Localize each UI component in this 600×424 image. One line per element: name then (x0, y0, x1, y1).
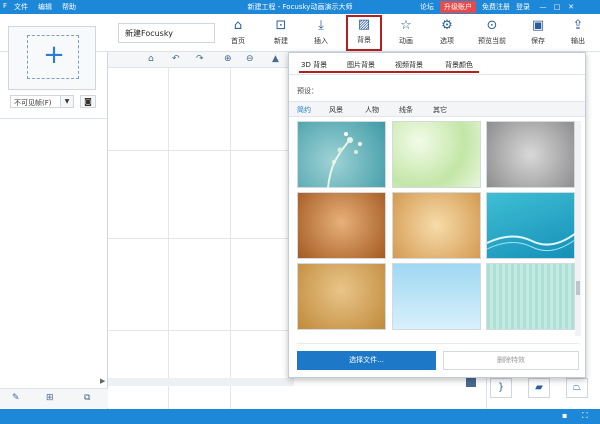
canvas-toolbar: ⌂ ↶ ↷ ⊕ ⊖ ▲ (108, 52, 294, 68)
home-icon: ⌂ (233, 18, 243, 33)
panel-divider (297, 343, 579, 344)
add-frame-dropzone: + (27, 35, 79, 79)
parallelogram-shape-icon[interactable]: ▰ (528, 378, 550, 398)
background-icon: ▨ (357, 17, 371, 32)
new-icon: ⊡ (275, 18, 287, 33)
login-link[interactable]: 登录 (516, 2, 530, 12)
save-icon: ▣ (531, 18, 545, 33)
wave-pattern-image (486, 232, 577, 252)
free-register-link[interactable]: 免费注册 (482, 2, 510, 12)
home-label: 首页 (231, 37, 245, 45)
resize-icon[interactable]: ⛶ (582, 411, 588, 421)
camera-icon[interactable]: ◙ (80, 95, 96, 108)
rotate-right-icon[interactable]: ↷ (196, 54, 204, 64)
plus-icon: + (43, 40, 65, 70)
chevron-down-icon[interactable]: ▼ (60, 95, 74, 108)
background-tabs: 3D 背景 图片背景 视频背景 背景颜色 (289, 53, 585, 75)
trapezoid-shape-icon[interactable]: ⏢ (566, 378, 588, 398)
delete-effect-button[interactable]: 删除特效 (443, 351, 579, 370)
export-label: 输出 (571, 37, 585, 45)
category-simple[interactable]: 简约 (297, 105, 311, 115)
tab-3d-background[interactable]: 3D 背景 (301, 60, 327, 70)
sidebar-bottom-bar: ✎ ⊞ ⧉ (0, 388, 108, 408)
background-button[interactable]: ▨ 背景 (346, 15, 382, 51)
background-panel: 3D 背景 图片背景 视频背景 背景颜色 预设： 简约 风景 人物 线条 其它 … (288, 52, 586, 378)
category-landscape[interactable]: 风景 (329, 105, 343, 115)
forum-link[interactable]: 论坛 (420, 2, 434, 12)
animation-button[interactable]: ☆ 动画 (388, 18, 424, 50)
insert-label: 插入 (314, 37, 328, 45)
preset-label: 预设： (297, 87, 318, 95)
preview-label: 预览当前 (478, 37, 506, 45)
minimize-button[interactable]: — (536, 3, 550, 11)
export-icon: ⇪ (572, 18, 584, 33)
tab-background-color[interactable]: 背景颜色 (445, 60, 473, 70)
category-tabs: 简约 风景 人物 线条 其它 (289, 101, 585, 117)
category-lines[interactable]: 线条 (399, 105, 413, 115)
insert-button[interactable]: ⤓ 插入 (303, 18, 339, 50)
background-thumbnail[interactable] (297, 263, 386, 330)
add-frame-button[interactable]: + (8, 26, 96, 90)
background-thumbnail[interactable] (392, 192, 481, 259)
new-label: 新建 (274, 37, 288, 45)
sidebar-divider (0, 118, 108, 119)
background-thumbnail[interactable] (392, 263, 481, 330)
options-label: 选项 (440, 37, 454, 45)
tree-pattern-image (327, 132, 362, 189)
save-label: 保存 (531, 37, 545, 45)
background-thumbnail[interactable] (486, 121, 575, 188)
save-button[interactable]: ▣ 保存 (520, 18, 556, 50)
background-thumbnail[interactable] (297, 121, 386, 189)
background-thumbnail[interactable] (486, 263, 575, 330)
home-button[interactable]: ⌂ 首页 (220, 18, 256, 50)
status-bar: ▪ ⛶ (0, 409, 600, 424)
insert-icon: ⤓ (318, 18, 324, 33)
edit-frame-icon[interactable]: ✎ (12, 393, 20, 403)
frame-copy-icon[interactable]: ⧉ (84, 393, 90, 403)
notification-icon[interactable]: ▪ (562, 411, 567, 420)
zoom-in-icon[interactable]: ⊕ (224, 54, 232, 64)
lock-icon[interactable]: ▲ (272, 54, 279, 64)
zoom-out-icon[interactable]: ⊖ (246, 54, 254, 64)
bracket-shape-icon[interactable]: } (490, 378, 512, 398)
titlebar-links: 论坛 升级账户 免费注册 登录 — □ ✕ (420, 0, 578, 14)
background-thumbnail[interactable] (297, 192, 386, 259)
canvas-area[interactable] (108, 52, 294, 409)
canvas-scrollbar[interactable] (108, 378, 294, 386)
export-button[interactable]: ⇪ 输出 (560, 18, 596, 50)
title-bar: F 文件 编辑 帮助 新建工程 - Focusky动画演示大师 论坛 升级账户 … (0, 0, 600, 14)
background-label: 背景 (357, 36, 371, 44)
grid-line (108, 238, 294, 239)
rotate-left-icon[interactable]: ↶ (172, 54, 180, 64)
home-view-icon[interactable]: ⌂ (148, 54, 154, 64)
animation-icon: ☆ (400, 18, 412, 33)
category-other[interactable]: 其它 (433, 105, 447, 115)
new-button[interactable]: ⊡ 新建 (263, 18, 299, 50)
shape-buttons: } ▰ ⏢ (490, 378, 595, 402)
preview-current-button[interactable]: ⊙ 预览当前 (470, 18, 514, 50)
preview-icon: ⊙ (486, 18, 498, 33)
select-file-button[interactable]: 选择文件... (297, 351, 436, 370)
animation-label: 动画 (399, 37, 413, 45)
gear-icon: ⚙ (441, 18, 453, 33)
thumbnail-scroll-thumb[interactable] (576, 281, 580, 295)
background-thumbnail[interactable] (486, 192, 577, 259)
grid-line (108, 330, 294, 331)
tab-video-background[interactable]: 视频背景 (395, 60, 423, 70)
thumbnail-scrollbar[interactable] (575, 121, 581, 336)
options-button[interactable]: ⚙ 选项 (429, 18, 465, 50)
close-button[interactable]: ✕ (564, 3, 578, 11)
tab-image-background[interactable]: 图片背景 (347, 60, 375, 70)
background-thumbnail[interactable] (392, 121, 481, 188)
frame-settings-icon[interactable]: ⊞ (46, 393, 54, 403)
tabs-highlight (299, 71, 479, 73)
background-thumbnail-grid (297, 121, 577, 336)
scroll-left-icon[interactable]: ▶ (100, 377, 105, 385)
upgrade-account-button[interactable]: 升级账户 (440, 1, 476, 13)
category-people[interactable]: 人物 (365, 105, 379, 115)
project-name-input[interactable]: 新建Focusky (118, 23, 215, 43)
maximize-button[interactable]: □ (550, 3, 564, 11)
panel-toggle-icon[interactable] (466, 377, 476, 387)
grid-line (108, 150, 294, 151)
